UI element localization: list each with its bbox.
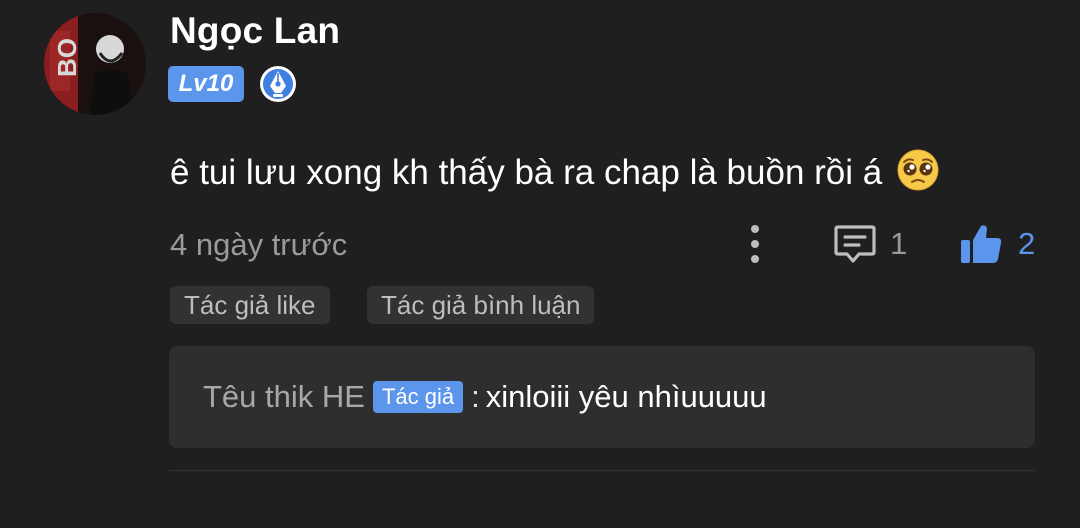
- comment-icon: [834, 225, 876, 263]
- like-button[interactable]: 2: [958, 220, 1035, 268]
- comment-item: BO Ngọc Lan Lv10 ê tui lưu xong kh thấy …: [0, 0, 1080, 528]
- reply-author[interactable]: Têu thik HE: [203, 379, 365, 415]
- more-options-button[interactable]: [742, 222, 768, 266]
- reply-separator: :: [471, 379, 480, 414]
- author-liked-tag: Tác giả like: [170, 286, 330, 324]
- thumbs-up-icon: [961, 225, 1002, 263]
- pleading-face-emoji: [896, 148, 940, 192]
- like-count: 2: [1018, 226, 1036, 261]
- svg-text:BO: BO: [52, 38, 82, 77]
- reply-button[interactable]: 1: [832, 220, 907, 268]
- pen-nib-badge-icon: [258, 64, 298, 104]
- reply-text: xinloiii yêu nhìuuuuu: [485, 379, 767, 414]
- avatar[interactable]: BO: [44, 13, 146, 115]
- comment-body: ê tui lưu xong kh thấy bà ra chap là buồ…: [170, 153, 883, 192]
- timestamp: 4 ngày trước: [170, 227, 348, 262]
- comment-text: ê tui lưu xong kh thấy bà ra chap là buồ…: [170, 148, 940, 197]
- author-replied-tag: Tác giả bình luận: [367, 286, 595, 324]
- reply-line: Têu thik HE Tác giả : xinloiii yêu nhìuu…: [203, 376, 767, 418]
- username[interactable]: Ngọc Lan: [170, 9, 340, 53]
- reply-preview[interactable]: Têu thik HE Tác giả : xinloiii yêu nhìuu…: [169, 346, 1035, 448]
- level-badge: Lv10: [168, 66, 244, 102]
- reply-count: 1: [890, 226, 908, 261]
- author-label-badge: Tác giả: [372, 381, 464, 413]
- more-vertical-icon: [751, 225, 759, 263]
- divider: [169, 470, 1035, 471]
